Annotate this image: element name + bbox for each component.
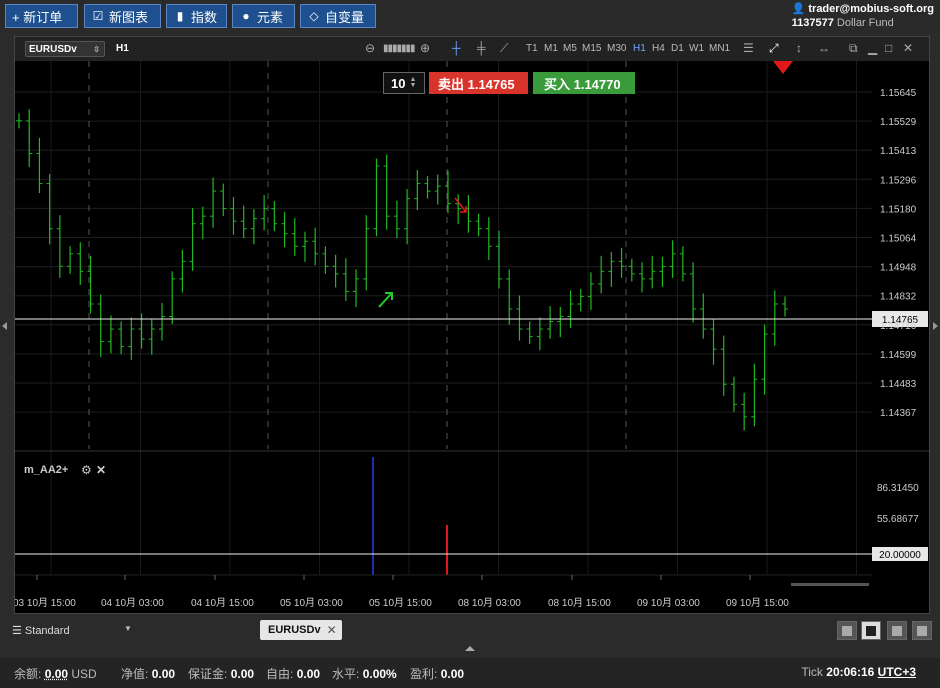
- horizontal-scale-icon[interactable]: ↔: [818, 41, 830, 55]
- chevron-down-icon: ▼: [124, 624, 132, 633]
- time-tick-label: 08 10月 03:00: [458, 597, 521, 609]
- panel-expand-icon[interactable]: [465, 646, 475, 651]
- balance: 余额: 0.00 USD: [14, 667, 97, 681]
- menu-icon: ☰: [12, 625, 25, 637]
- line-chart-type-icon[interactable]: ⟋: [500, 41, 508, 56]
- layout-rows-button[interactable]: [912, 621, 932, 640]
- zoom-out-icon[interactable]: ⊖: [365, 41, 375, 55]
- free-margin: 自由: 0.00: [266, 667, 321, 681]
- autoscale-icon[interactable]: ⤢: [769, 41, 779, 56]
- price-tick-label: 1.15296: [880, 175, 917, 186]
- tf-m15[interactable]: M15: [582, 43, 601, 54]
- price-tick-label: 1.15180: [880, 204, 917, 215]
- price-tick-label: 1.15529: [880, 117, 917, 128]
- layout-grid-button[interactable]: [861, 621, 881, 640]
- variables-button[interactable]: ◇ 自变量: [300, 4, 376, 28]
- price-tick-label: 1.14367: [880, 408, 917, 419]
- chart-toolbar: EURUSDv ⇳ H1 ⊖ ▮▮▮▮▮▮▮ ⊕ ┼ ╪ ⟋ T1 M1 M5 M…: [15, 37, 929, 62]
- top-toolbar: + 新订单 ☑ 新图表 ▮ 指数 ● 元素 ◇ 自变量 👤 trader@mobius-…: [0, 0, 940, 33]
- buy-button[interactable]: 买入 1.14770: [533, 72, 635, 94]
- price-tick-label: 1.15645: [880, 88, 917, 99]
- detach-icon[interactable]: ⧉: [849, 41, 858, 56]
- indicator-name: m_AA2+: [24, 464, 68, 476]
- indicator-close-icon[interactable]: ✕: [96, 463, 106, 477]
- sell-button[interactable]: 卖出 1.14765: [429, 72, 528, 94]
- price-tick-label: 1.14948: [880, 263, 917, 274]
- margin-level: 水平: 0.00%: [332, 667, 397, 681]
- tf-h1[interactable]: H1: [633, 43, 646, 54]
- symbol-select[interactable]: EURUSDv ⇳: [25, 41, 105, 57]
- close-chart-icon[interactable]: ✕: [903, 41, 913, 55]
- time-tick-label: 05 10月 03:00: [280, 597, 343, 609]
- account-email: trader@mobius-soft.org: [808, 3, 934, 15]
- close-tab-icon[interactable]: ✕: [327, 623, 337, 637]
- tf-h4[interactable]: H4: [652, 43, 665, 54]
- tf-d1[interactable]: D1: [671, 43, 684, 54]
- status-bar: 余额: 0.00 USD 净值: 0.00 保证金: 0.00 自由: 0.00…: [0, 658, 940, 688]
- new-order-button[interactable]: + 新订单: [5, 4, 78, 28]
- tf-m5[interactable]: M5: [563, 43, 577, 54]
- equity: 净值: 0.00: [121, 667, 176, 681]
- new-chart-button[interactable]: ☑ 新图表: [84, 4, 161, 28]
- left-panel-toggle[interactable]: [2, 322, 7, 330]
- profile-select[interactable]: ☰ Standard ▼: [12, 624, 132, 637]
- spinner-icon[interactable]: ▲ ▼: [409, 76, 416, 89]
- tf-w1[interactable]: W1: [689, 43, 704, 54]
- time-tick-label: 09 10月 15:00: [726, 597, 789, 609]
- indicators-button[interactable]: ▮ 指数: [166, 4, 227, 28]
- right-panel-toggle[interactable]: [933, 322, 938, 330]
- tab-eurusdv[interactable]: EURUSDv ✕: [260, 620, 342, 640]
- timeframe-label: H1: [116, 43, 129, 54]
- zoom-slider[interactable]: ▮▮▮▮▮▮▮: [383, 43, 416, 54]
- chart-icon: ☑: [92, 9, 104, 23]
- user-icon: 👤: [791, 3, 806, 15]
- account-number: 1137577: [791, 17, 834, 29]
- margin: 保证金: 0.00: [188, 667, 255, 681]
- time-tick-label: 04 10月 15:00: [191, 597, 254, 609]
- account-fund: Dollar Fund: [836, 17, 894, 29]
- bar-chart-type-icon[interactable]: ┼: [452, 41, 461, 55]
- price-tick-label: 1.15064: [880, 234, 917, 245]
- zoom-in-icon[interactable]: ⊕: [420, 41, 430, 55]
- minimize-icon[interactable]: ▁: [868, 41, 877, 55]
- tf-m30[interactable]: M30: [607, 43, 626, 54]
- price-tick-label: 1.14716: [880, 321, 917, 332]
- time-tick-label: 08 10月 15:00: [548, 597, 611, 609]
- chart-window: EURUSDv ⇳ H1 ⊖ ▮▮▮▮▮▮▮ ⊕ ┼ ╪ ⟋ T1 M1 M5 M…: [14, 36, 930, 614]
- workspace-tabs: ☰ Standard ▼ EURUSDv ✕: [0, 616, 940, 644]
- elements-button[interactable]: ● 元素: [232, 4, 295, 28]
- tf-m1[interactable]: M1: [544, 43, 558, 54]
- price-tick-label: 1.14599: [880, 350, 917, 361]
- diamond-icon: ◇: [309, 9, 319, 23]
- indicator-tick-label: 55.68677: [877, 514, 919, 525]
- bar-chart-icon: ▮: [176, 9, 184, 23]
- svg-text:20.00000: 20.00000: [879, 550, 921, 561]
- maximize-icon[interactable]: □: [885, 41, 892, 55]
- price-tick-label: 1.14483: [880, 379, 917, 390]
- vertical-scale-icon[interactable]: ↕: [796, 41, 802, 55]
- time-tick-label: 03 10月 15:00: [15, 597, 76, 609]
- lot-size-input[interactable]: 10 ▲ ▼: [383, 72, 425, 94]
- time-tick-label: 04 10月 03:00: [101, 597, 164, 609]
- price-tick-label: 1.15413: [880, 146, 917, 157]
- shapes-icon: ●: [242, 9, 250, 23]
- layout-single-button[interactable]: [837, 621, 857, 640]
- price-tick-label: 1.14832: [880, 292, 917, 303]
- indicator-settings-icon[interactable]: ⚙: [81, 463, 92, 477]
- time-tick-label: 05 10月 15:00: [369, 597, 432, 609]
- tf-t1[interactable]: T1: [526, 43, 538, 54]
- settings-lines-icon[interactable]: ☰: [743, 41, 754, 55]
- updown-icon: ⇳: [93, 45, 100, 54]
- indicator-tick-label: 86.31450: [877, 483, 919, 494]
- price-chart[interactable]: 1.14765 1.156451.155291.154131.152961.15…: [15, 61, 929, 613]
- candle-chart-type-icon[interactable]: ╪: [477, 41, 486, 55]
- server-time[interactable]: Tick 20:06:16 UTC+3: [801, 665, 916, 679]
- indicator-level-tag: 20.00000: [872, 547, 928, 561]
- profit: 盈利: 0.00: [410, 667, 465, 681]
- time-tick-label: 09 10月 03:00: [637, 597, 700, 609]
- tf-mn1[interactable]: MN1: [709, 43, 730, 54]
- horizontal-scrollbar[interactable]: [791, 583, 869, 586]
- layout-columns-button[interactable]: [887, 621, 907, 640]
- account-info[interactable]: 👤 trader@mobius-soft.org 1137577 Dollar …: [792, 2, 934, 30]
